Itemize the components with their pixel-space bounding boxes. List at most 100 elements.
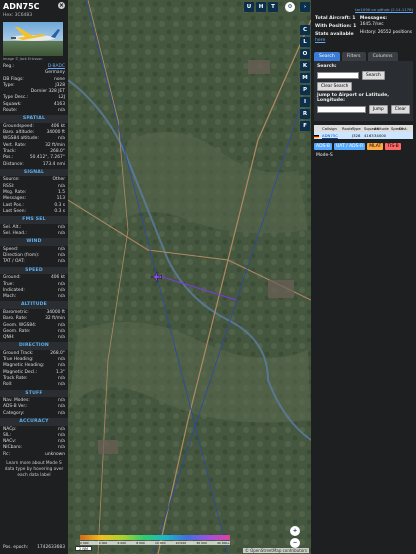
info-row: Last Seen: 0.3 s (0, 209, 68, 215)
jump-button[interactable]: Jump (368, 105, 388, 114)
col-dist[interactable]: Dist. (399, 125, 408, 132)
search-button[interactable]: Search (362, 71, 385, 80)
section-accuracy[interactable]: ACCURACY (0, 418, 68, 426)
info-value: unknown (45, 451, 65, 457)
info-note: Learn more about Mode S data type by hov… (4, 461, 64, 479)
info-row: TAT / OAT: n/a (0, 259, 68, 265)
info-label: Mach: (3, 294, 17, 300)
table-row[interactable]: ADN75C J328 4163 34000 (314, 132, 413, 139)
map-canvas (68, 0, 311, 554)
aircraft-table: Callsign Route Type Squawk Altitude Spee… (314, 125, 413, 139)
btn-m[interactable]: M (300, 73, 310, 83)
row-speed (391, 132, 399, 139)
btn-c[interactable]: C (300, 25, 310, 35)
tab-search[interactable]: Search (314, 52, 340, 61)
section-altitude[interactable]: ALTITUDE (0, 301, 68, 309)
aircraft-detail-panel: ADN75C × Hex: 3C6483 Image © Jack Ericss… (0, 0, 68, 554)
section-wind[interactable]: WIND (0, 238, 68, 246)
altitude-color-labels: 2 000 4 000 6 000 8 000 10 000 20 000 30 000 40… (80, 541, 230, 545)
section-fms[interactable]: FMS SEL (0, 216, 68, 224)
row-callsign[interactable]: ADN75C (322, 132, 342, 139)
info-label: Last Seen: (3, 208, 26, 214)
section-signal[interactable]: SIGNAL (0, 168, 68, 177)
table-header: Callsign Route Type Squawk Altitude Spee… (314, 125, 413, 132)
zoom-out-button[interactable]: − (290, 538, 300, 548)
altitude-color-bar (80, 535, 230, 540)
with-position: With Position: 1 (315, 24, 357, 29)
section-direction[interactable]: DIRECTION (0, 342, 68, 350)
history-count: History: 26552 positions (359, 30, 412, 35)
btn-p[interactable]: P (300, 85, 310, 95)
close-icon[interactable]: × (58, 2, 65, 9)
btn-r[interactable]: R (300, 109, 310, 119)
panel-tabs: Search Filters Columns (314, 52, 413, 61)
tab-filters[interactable]: Filters (341, 52, 366, 61)
search-panel: Search: Search Clear Search Jump to Airp… (314, 61, 413, 121)
photo-credit: Image © Jack Ericsson (3, 57, 43, 61)
settings-gear-icon[interactable]: ⚙ (285, 2, 295, 12)
map-btn-u[interactable]: U (244, 2, 254, 12)
info-value: n/a (58, 335, 65, 341)
messages-rate: 1645.7/sec (359, 22, 384, 27)
row-dist (399, 132, 407, 139)
spatial-rows: Groundspeed: 406 kt Baro. altitude: 34000 f… (0, 124, 68, 168)
info-row: QNH: n/a (0, 335, 68, 341)
info-row: Mach: n/a (0, 294, 68, 300)
row-squawk: 4163 (364, 133, 374, 138)
zoom-in-button[interactable]: + (290, 526, 300, 536)
btn-f[interactable]: F (300, 121, 310, 131)
info-row: Roll: n/a (0, 382, 68, 388)
info-label: Rc: (3, 451, 10, 457)
callsign: ADN75C (3, 2, 40, 11)
stats-link[interactable]: here (315, 38, 356, 43)
scale-bar: 2 NM (75, 546, 92, 551)
info-label: Sel. Head.: (3, 231, 27, 237)
col-speed[interactable]: Speed (391, 125, 403, 132)
messages-label: Messages: (359, 16, 388, 21)
info-value: n/a (58, 382, 65, 388)
section-stuff[interactable]: STUFF (0, 389, 68, 398)
legend-mlat: MLAT (367, 143, 384, 150)
map-view[interactable]: U H T ⚙ › + − 2 000 4 000 6 000 8 000 10 000… (68, 0, 311, 554)
btn-o[interactable]: O (300, 49, 310, 59)
jump-input[interactable] (317, 106, 366, 113)
col-callsign[interactable]: Callsign (322, 125, 342, 132)
info-label: Distance: (3, 161, 24, 167)
accuracy-rows: NACp: n/a SIL: n/a NACv: n/a NICbaro: n/a Rc: unk… (0, 427, 68, 458)
col-route[interactable]: Route (342, 125, 353, 132)
section-spatial[interactable]: SPATIAL (0, 115, 68, 123)
map-btn-t[interactable]: T (268, 2, 278, 12)
map-side-buttons: C L O K M P I R F (300, 25, 311, 133)
btn-k[interactable]: K (300, 61, 310, 71)
info-label: Roll: (3, 382, 13, 388)
info-value: n/a (58, 231, 65, 237)
section-speed[interactable]: SPEED (0, 266, 68, 275)
stuff-rows: Nav. Modes: n/a ADS-B Ver.: n/a Category: n/a (0, 398, 68, 417)
btn-l[interactable]: L (300, 37, 310, 47)
source-legend: ADS-B UAT / ADS-R MLAT TIS-B Mode-S (314, 143, 413, 159)
collapse-arrow-icon[interactable]: › (300, 2, 310, 12)
aircraft-photo[interactable] (3, 22, 63, 56)
speed-rows: Ground: 406 kt True: n/a Indicated: n/a Mach: n… (0, 275, 68, 300)
aircraft-list-panel: tar1090 on github (2.14.1176) Total Airc… (311, 0, 416, 554)
map-attribution[interactable]: © OpenStreetMap contributors (242, 548, 309, 553)
fms-rows: Sel. Alt.: n/a Sel. Head.: n/a (0, 225, 68, 238)
jump-label: Jump to Airport or Latitude, Longitude: (317, 93, 389, 103)
version-link[interactable]: tar1090 on github (2.14.1176) (311, 0, 416, 12)
col-squawk[interactable]: Squawk (364, 125, 379, 132)
tab-columns[interactable]: Columns (367, 52, 398, 61)
pos-epoch-row: Pos. epoch: 1742633683 (3, 545, 65, 550)
legend-adsb: ADS-B (314, 143, 332, 150)
btn-i[interactable]: I (300, 97, 310, 107)
col-type[interactable]: Type (352, 125, 364, 132)
search-input[interactable] (317, 72, 359, 79)
col-altitude[interactable]: Altitude (374, 125, 391, 132)
search-label: Search: (317, 64, 337, 69)
map-btn-h[interactable]: H (256, 2, 266, 12)
clear-search-button[interactable]: Clear Search (317, 82, 353, 91)
clear-button[interactable]: Clear (390, 105, 410, 114)
stats-block: Total Aircraft: 1 With Position: 1 Stats… (311, 12, 416, 46)
info-label: QNH: (3, 335, 15, 341)
legend-uat: UAT / ADS-R (333, 143, 366, 150)
info-value: n/a (58, 294, 65, 300)
